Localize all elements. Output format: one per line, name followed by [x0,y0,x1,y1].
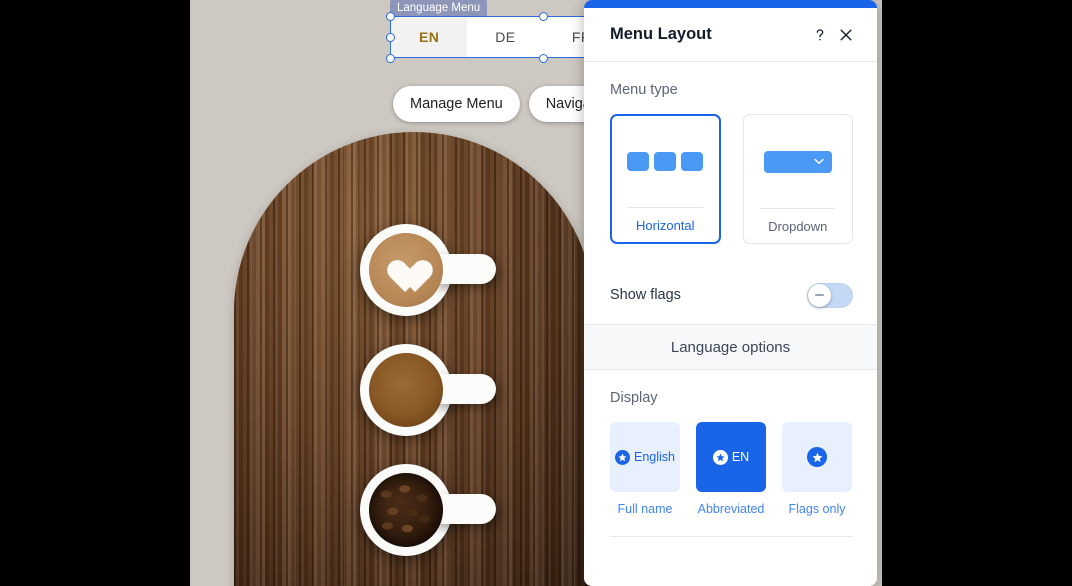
display-option-abbreviated-preview: EN [696,422,766,492]
menu-type-option-dropdown-label: Dropdown [768,218,828,234]
display-option-abbreviated[interactable]: EN Abbreviated [696,422,766,516]
resize-handle-bottom-left[interactable] [385,53,395,63]
language-options-header: Language options [584,325,877,370]
display-label: Display [610,390,658,406]
resize-handle-top-center[interactable] [539,11,548,21]
panel-title: Menu Layout [610,25,712,43]
panel-bottom-divider [610,536,853,537]
close-icon[interactable] [833,22,859,48]
manage-menu-button[interactable]: Manage Menu [393,86,520,122]
display-option-flags-only-label: Flags only [788,502,846,516]
question-mark-icon[interactable] [807,22,833,48]
show-flags-label: Show flags [610,287,681,303]
resize-handle-middle-left[interactable] [385,32,395,42]
dropdown-bar-icon [744,115,852,208]
display-option-full-name[interactable]: English Full name [610,422,680,516]
menu-type-label: Menu type [610,82,678,98]
display-option-full-name-sample: English [634,450,675,464]
menu-type-section: Menu type Horizontal Dropdown [584,62,877,244]
panel-accent-bar [584,0,877,8]
horizontal-segments-icon [612,116,719,207]
menu-type-option-horizontal[interactable]: Horizontal [610,114,721,244]
toggle-knob [808,283,831,307]
flag-star-icon [807,447,827,467]
menu-type-option-horizontal-label: Horizontal [636,217,695,233]
resize-handle-top-left[interactable] [385,11,395,21]
selection-label: Language Menu [390,0,488,17]
menu-layout-panel[interactable]: Menu Layout Menu type Horizontal Dropdow… [584,0,877,586]
show-flags-row: Show flags [584,266,877,325]
language-tab-de[interactable]: DE [467,17,544,57]
menu-type-option-dropdown[interactable]: Dropdown [742,114,853,244]
display-option-full-name-preview: English [610,422,680,492]
panel-body: Menu type Horizontal Dropdown Show flags… [584,62,877,586]
display-section: Display English Full name EN Abbreviated… [584,370,877,537]
menu-type-options: Horizontal Dropdown [610,114,853,244]
display-option-flags-only-preview [782,422,852,492]
flag-star-icon [615,449,630,465]
show-flags-toggle[interactable] [807,282,853,308]
display-option-full-name-label: Full name [617,502,673,516]
language-tab-en[interactable]: EN [391,17,468,57]
flag-star-icon [712,449,728,465]
display-option-abbreviated-label: Abbreviated [697,502,765,516]
screen: Language Menu EN DE FR SK [0,0,1072,586]
display-option-flags-only[interactable]: Flags only [782,422,852,516]
resize-handle-bottom-center[interactable] [539,53,548,63]
display-option-abbreviated-sample: EN [731,450,750,464]
display-options: English Full name EN Abbreviated Flags o… [610,422,853,516]
coffee-arch-image[interactable] [234,132,594,586]
panel-header: Menu Layout [584,8,877,62]
